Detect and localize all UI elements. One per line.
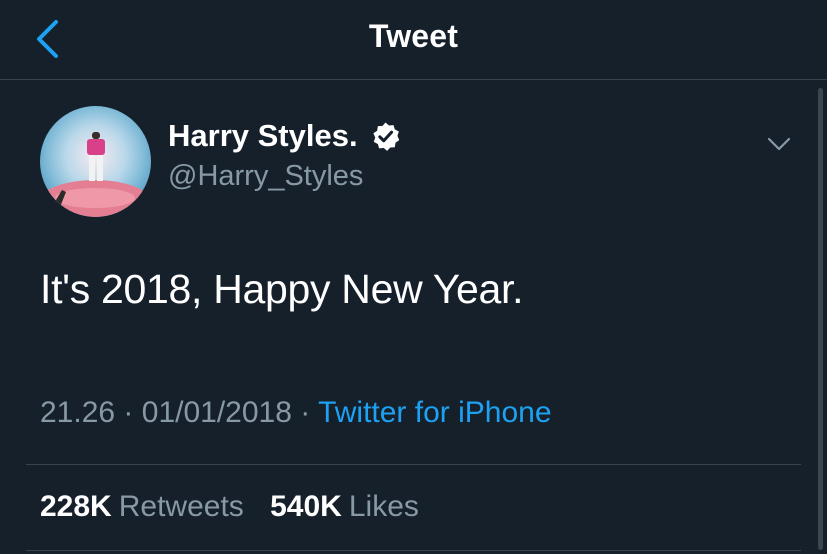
display-name-text: Harry Styles. [168,118,358,153]
scrollbar[interactable] [818,88,823,550]
retweets-count: 228K [40,490,112,523]
divider [26,464,801,465]
likes-count: 540K [270,490,342,523]
avatar[interactable] [40,106,151,217]
more-options-button[interactable] [763,128,795,160]
likes-label: Likes [348,490,419,523]
display-name[interactable]: Harry Styles. [168,118,401,154]
page-title: Tweet [368,18,459,54]
divider [26,550,801,551]
verified-badge-icon [370,121,401,152]
retweets-stat[interactable]: 228K Retweets [40,490,244,524]
tweet-source-link[interactable]: Twitter for iPhone [318,396,551,429]
likes-stat[interactable]: 540K Likes [270,490,419,524]
profile-photo [40,106,151,217]
user-handle[interactable]: @Harry_Styles [168,160,363,193]
chevron-down-icon [767,137,791,151]
tweet-meta: 21.26 · 01/01/2018 · Twitter for iPhone [40,396,552,430]
meta-separator: · [300,396,311,429]
tweet-text: It's 2018, Happy New Year. [40,266,524,312]
tweet-stats: 228K Retweets 540K Likes [40,490,419,524]
meta-separator: · [123,396,134,429]
tweet-time: 21.26 [40,396,116,429]
top-bar: Tweet [0,0,827,80]
retweets-label: Retweets [118,490,244,523]
tweet-date: 01/01/2018 [141,396,292,429]
